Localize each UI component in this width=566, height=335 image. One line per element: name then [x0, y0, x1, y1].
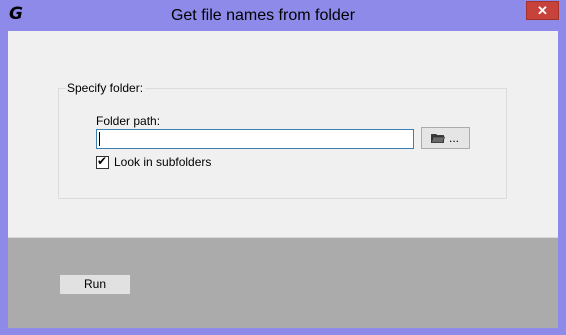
folder-path-input[interactable] [96, 129, 414, 149]
close-button[interactable]: ✕ [526, 1, 559, 20]
look-in-subfolders-label[interactable]: Look in subfolders [114, 155, 211, 169]
dialog-body: Specify folder: Folder path: ... ✔ Look … [8, 31, 558, 328]
group-legend: Specify folder: [66, 81, 146, 95]
look-in-subfolders-checkbox[interactable]: ✔ [96, 154, 109, 169]
browse-label: ... [449, 131, 460, 145]
browse-folder-button[interactable]: ... [421, 127, 470, 149]
text-caret [99, 132, 100, 146]
app-window: G Get file names from folder ✕ Specify f… [0, 0, 566, 335]
folder-path-label: Folder path: [96, 114, 161, 128]
run-button[interactable]: Run [59, 274, 131, 295]
folder-icon [431, 134, 445, 143]
window-title: Get file names from folder [170, 7, 356, 24]
title-bar[interactable]: G Get file names from folder ✕ [0, 0, 566, 31]
close-icon: ✕ [537, 3, 548, 18]
checkmark-icon: ✔ [97, 154, 108, 168]
